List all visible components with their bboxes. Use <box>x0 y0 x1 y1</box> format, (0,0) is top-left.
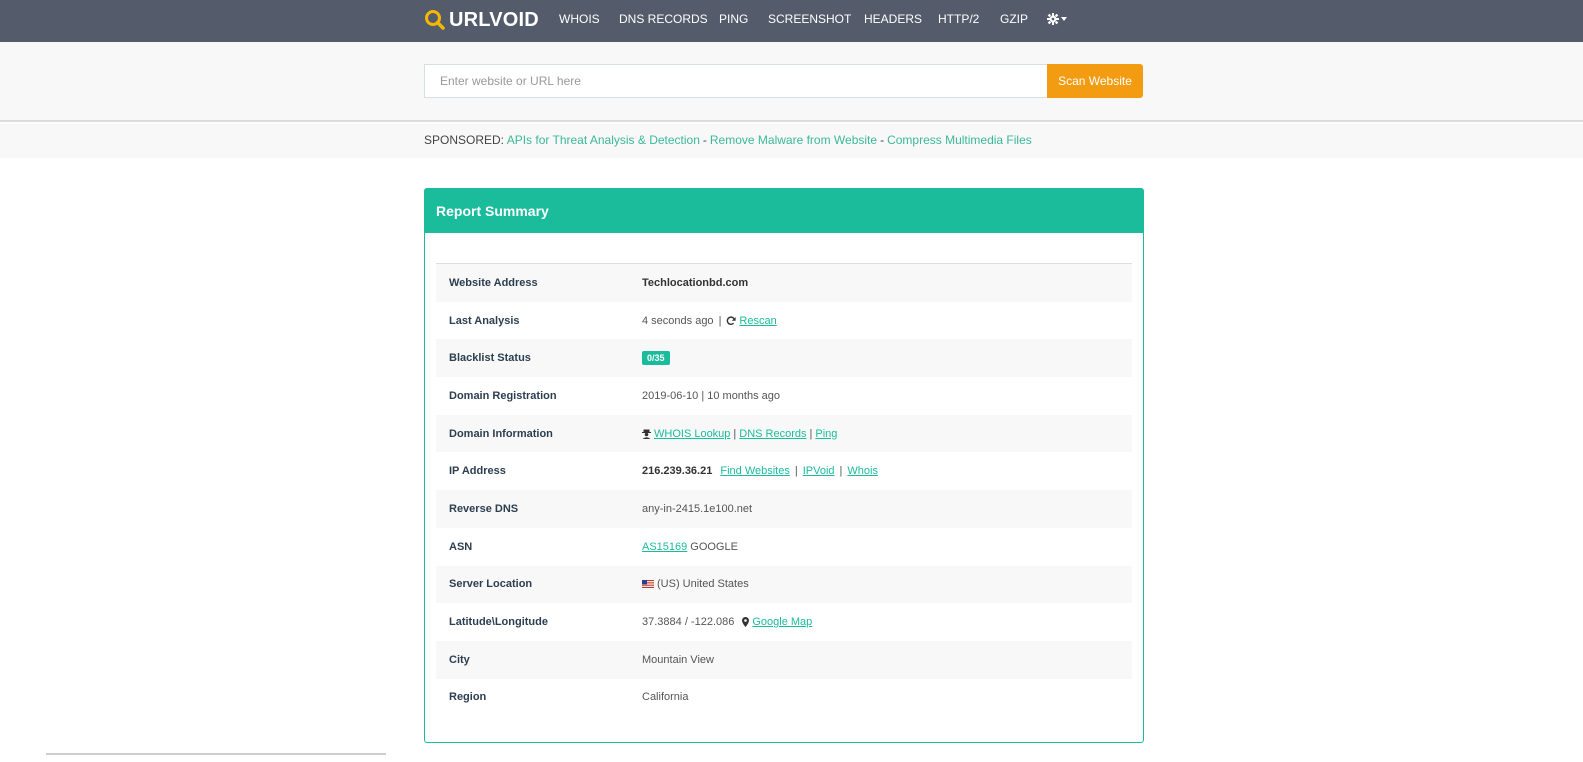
table-row: City Mountain View <box>436 640 1132 679</box>
table-row: Latitude\Longitude 37.3884 / -122.086 Go… <box>436 603 1132 641</box>
table-row: Domain Registration 2019-06-10 | 10 mont… <box>436 377 1132 415</box>
google-map-link[interactable]: Google Map <box>752 616 812 628</box>
row-value: California <box>642 691 688 703</box>
row-value: (US) United States <box>642 578 749 590</box>
sponsored-separator: - <box>702 133 707 147</box>
row-value: 4 seconds ago | Rescan <box>642 315 777 327</box>
table-row: Server Location (US) United States <box>436 565 1132 604</box>
sponsored-separator: - <box>880 133 885 147</box>
row-label: Blacklist Status <box>449 352 531 365</box>
settings-dropdown[interactable] <box>1047 12 1067 26</box>
dns-records-link[interactable]: DNS Records <box>739 428 806 440</box>
table-row: Domain Information WHOIS Lookup | DNS Re… <box>436 414 1132 453</box>
table-row: Blacklist Status 0/35 <box>436 339 1132 378</box>
whois-lookup-link[interactable]: WHOIS Lookup <box>654 428 730 440</box>
row-value: any-in-2415.1e100.net <box>642 503 752 515</box>
blacklist-status-badge: 0/35 <box>642 351 670 366</box>
refresh-icon <box>727 316 737 325</box>
row-label: Latitude\Longitude <box>449 616 548 629</box>
row-label: IP Address <box>449 465 506 478</box>
brand-name: URLVOID <box>449 8 539 31</box>
domain-registration-value: 2019-06-10 | 10 months ago <box>642 389 781 402</box>
panel-title: Report Summary <box>425 189 1143 233</box>
separator: | <box>809 427 813 440</box>
row-label: Reverse DNS <box>449 502 519 515</box>
separator: | <box>839 465 843 478</box>
search-logo-icon <box>425 10 445 30</box>
asn-name: GOOGLE <box>690 540 738 553</box>
table-row: Website Address Techlocationbd.com <box>436 264 1132 302</box>
table-row: Last Analysis 4 seconds ago | Rescan <box>436 302 1132 340</box>
nav-http2[interactable]: HTTP/2 <box>938 12 979 26</box>
table-row: Region California <box>436 679 1132 717</box>
ping-link[interactable]: Ping <box>815 428 837 440</box>
region-value: California <box>642 691 689 704</box>
report-table: Website Address Techlocationbd.com Last … <box>436 263 1132 716</box>
nav-screenshot[interactable]: SCREENSHOT <box>768 12 851 26</box>
row-label: Website Address <box>449 276 538 289</box>
city-value: Mountain View <box>642 653 714 666</box>
row-label: Last Analysis <box>449 314 520 327</box>
table-row: Reverse DNS any-in-2415.1e100.net <box>436 490 1132 528</box>
row-label: Domain Information <box>449 427 553 440</box>
gear-icon <box>1047 13 1059 25</box>
row-value: 0/35 <box>642 351 670 366</box>
search-section: Scan Website <box>0 42 1583 122</box>
sponsored-link-malware[interactable]: Remove Malware from Website <box>710 133 877 147</box>
last-analysis-value: 4 seconds ago <box>642 314 714 327</box>
website-address-value: Techlocationbd.com <box>642 276 749 289</box>
row-value: 216.239.36.21 Find Websites | IPVoid | W… <box>642 465 878 477</box>
row-value: WHOIS Lookup | DNS Records | Ping <box>642 428 837 440</box>
search-input[interactable] <box>424 64 1048 98</box>
scan-website-button[interactable]: Scan Website <box>1047 64 1143 98</box>
row-label: Region <box>449 691 487 704</box>
nav-whois[interactable]: WHOIS <box>559 12 600 26</box>
rescan-link[interactable]: Rescan <box>739 315 776 327</box>
map-marker-icon <box>742 617 750 628</box>
row-label: ASN <box>449 540 473 553</box>
row-label: City <box>449 653 470 666</box>
row-value: Mountain View <box>642 654 714 666</box>
ipvoid-link[interactable]: IPVoid <box>803 465 835 477</box>
row-value: AS15169 GOOGLE <box>642 541 738 553</box>
nav-dns-records[interactable]: DNS RECORDS <box>619 12 708 26</box>
report-summary-panel: Report Summary Website Address Techlocat… <box>424 188 1144 743</box>
sponsored-section: SPONSORED: APIs for Threat Analysis & De… <box>0 124 1583 158</box>
row-value: 2019-06-10 | 10 months ago <box>642 390 780 402</box>
find-websites-link[interactable]: Find Websites <box>720 465 790 477</box>
row-value: Techlocationbd.com <box>642 277 748 289</box>
whois-link[interactable]: Whois <box>847 465 878 477</box>
nav-ping[interactable]: PING <box>719 12 748 26</box>
sponsored-link-compress[interactable]: Compress Multimedia Files <box>887 133 1032 147</box>
asn-link[interactable]: AS15169 <box>642 541 687 553</box>
row-label: Server Location <box>449 578 533 591</box>
nav-headers[interactable]: HEADERS <box>864 12 922 26</box>
server-location-value: (US) United States <box>657 578 749 591</box>
table-row: ASN AS15169 GOOGLE <box>436 528 1132 566</box>
separator: | <box>718 314 722 327</box>
row-value: 37.3884 / -122.086 Google Map <box>642 616 812 628</box>
chevron-down-icon <box>1061 17 1067 21</box>
sponsored-line: SPONSORED: APIs for Threat Analysis & De… <box>424 133 1032 147</box>
ip-address-value: 216.239.36.21 <box>642 465 713 478</box>
lat-long-value: 37.3884 / -122.086 <box>642 616 735 629</box>
user-secret-icon <box>642 429 651 439</box>
reverse-dns-value: any-in-2415.1e100.net <box>642 502 753 515</box>
top-navbar: URLVOID WHOIS DNS RECORDS PING SCREENSHO… <box>0 0 1583 42</box>
sponsored-link-apis[interactable]: APIs for Threat Analysis & Detection <box>507 133 700 147</box>
bottom-scrollbar[interactable] <box>46 753 386 755</box>
row-label: Domain Registration <box>449 389 557 402</box>
separator: | <box>794 465 798 478</box>
us-flag-icon <box>642 580 654 589</box>
nav-gzip[interactable]: GZIP <box>1000 12 1028 26</box>
sponsored-label: SPONSORED: <box>424 133 505 147</box>
table-row: IP Address 216.239.36.21 Find Websites |… <box>436 452 1132 490</box>
separator: | <box>733 427 737 440</box>
brand-logo-link[interactable]: URLVOID <box>424 8 539 32</box>
